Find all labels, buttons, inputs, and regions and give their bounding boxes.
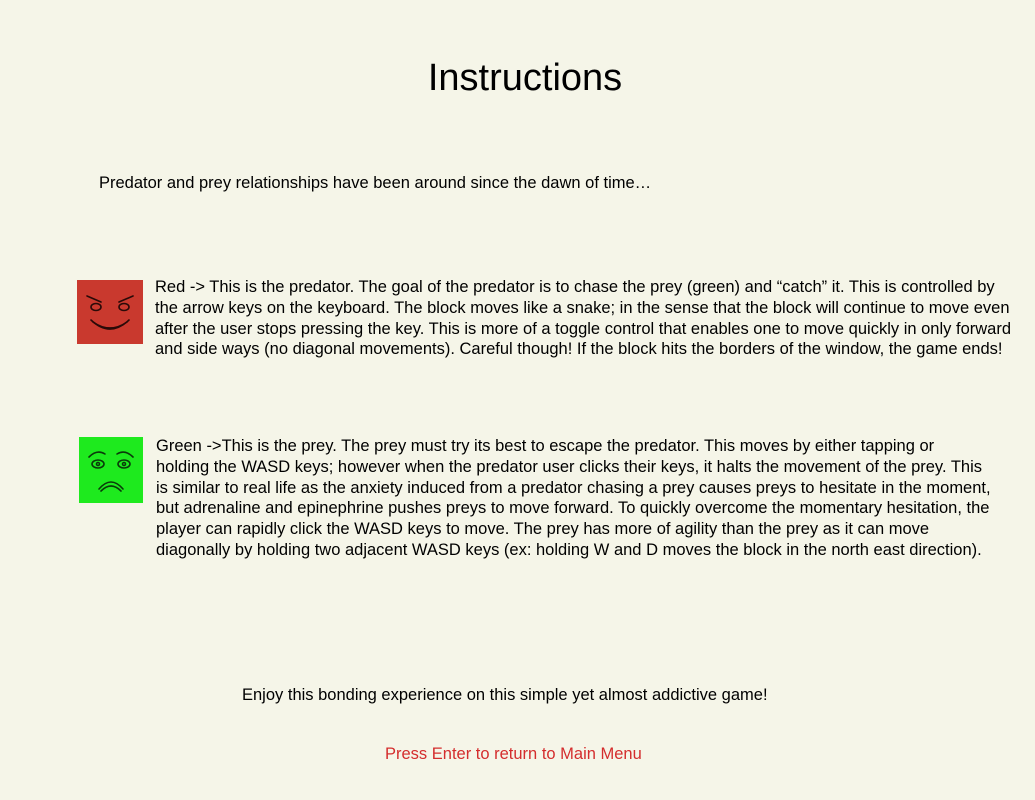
worried-face-icon (88, 451, 134, 492)
worried-green-block-icon (79, 437, 143, 503)
return-to-menu-prompt[interactable]: Press Enter to return to Main Menu (385, 744, 642, 764)
prey-description: Green ->This is the prey. The prey must … (156, 437, 991, 559)
angry-face-icon (86, 295, 134, 330)
angry-red-block-icon (77, 280, 143, 344)
page-title: Instructions (427, 57, 623, 99)
intro-text: Predator and prey relationships have bee… (99, 174, 652, 192)
closing-text: Enjoy this bonding experience on this si… (242, 686, 768, 704)
predator-description: Red -> This is the predator. The goal of… (155, 278, 1012, 359)
